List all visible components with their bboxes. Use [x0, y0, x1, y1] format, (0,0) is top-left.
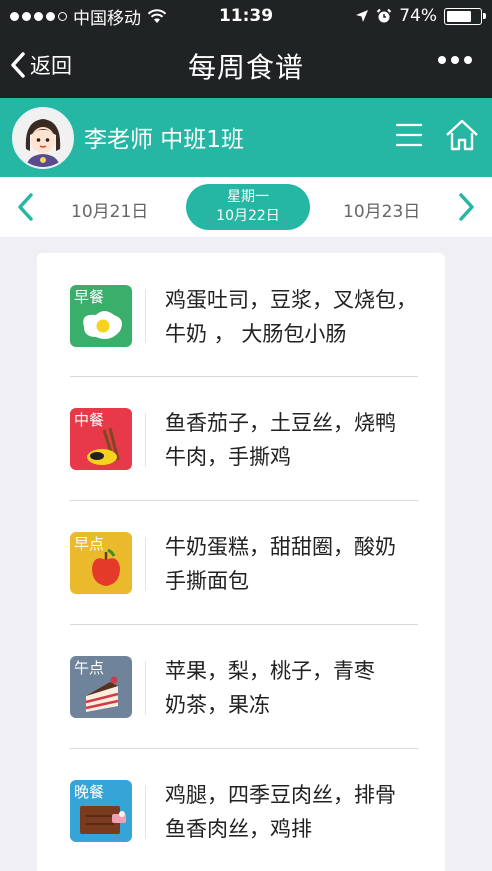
status-bar: 中国移动 11:39 74%	[0, 0, 492, 32]
meal-tag: 午点	[74, 659, 105, 677]
back-label: 返回	[30, 54, 72, 78]
current-weekday: 星期一	[227, 189, 269, 205]
wifi-icon	[147, 8, 167, 23]
teacher-avatar-icon	[14, 109, 72, 167]
back-button[interactable]: 返回	[10, 48, 72, 82]
page-title: 每周食谱	[187, 51, 304, 84]
battery-percentage: 74%	[399, 6, 437, 26]
meal-item-breakfast: 早餐 鸡蛋吐司，豆浆，叉烧包， 牛奶 ， 大肠包小肠	[70, 253, 418, 377]
current-date-pill[interactable]: 星期一 10月22日	[186, 184, 310, 230]
meal-description: 牛奶蛋糕，甜甜圈，酸奶 手撕面包	[165, 535, 396, 593]
meal-card: 早餐 鸡蛋吐司，豆浆，叉烧包， 牛奶 ， 大肠包小肠 中餐 鱼香茄子，土豆丝，烧…	[37, 253, 445, 871]
meal-tag: 早餐	[74, 288, 105, 306]
carrier-name: 中国移动	[73, 8, 141, 29]
previous-date[interactable]: 10月21日	[71, 197, 148, 222]
meal-item-morning-snack: 早点 牛奶蛋糕，甜甜圈，酸奶 手撕面包	[70, 501, 418, 625]
battery-fill	[447, 10, 471, 22]
divider	[145, 289, 146, 343]
meal-tag: 晚餐	[74, 783, 105, 801]
meal-tag: 中餐	[74, 411, 105, 429]
chevron-left-icon	[11, 52, 25, 78]
divider	[145, 661, 146, 715]
meal-description: 鱼香茄子，土豆丝，烧鸭 牛肉，手撕鸡	[165, 411, 396, 469]
meal-item-afternoon-snack: 午点 苹果，梨，桃子，青枣 奶茶，果冻	[70, 625, 418, 749]
signal-strength-icon	[10, 11, 67, 21]
location-arrow-icon	[356, 10, 369, 22]
navigation-bar: 返回 每周食谱	[0, 32, 492, 98]
meal-item-lunch: 中餐 鱼香茄子，土豆丝，烧鸭 牛肉，手撕鸡	[70, 377, 418, 501]
alarm-clock-icon	[376, 8, 392, 23]
divider	[145, 413, 146, 467]
divider	[145, 537, 146, 591]
avatar[interactable]	[12, 107, 74, 169]
cake-slice-icon: 午点	[70, 656, 132, 718]
teacher-class-name: 李老师 中班1班	[84, 127, 244, 153]
next-date[interactable]: 10月23日	[343, 197, 420, 222]
divider	[145, 785, 146, 839]
meal-tag: 早点	[74, 535, 105, 553]
meal-description: 苹果，梨，桃子，青枣 奶茶，果冻	[165, 659, 375, 717]
battery-icon	[444, 7, 486, 25]
meal-description: 鸡腿，四季豆肉丝，排骨 鱼香肉丝，鸡排	[165, 783, 396, 841]
current-date: 10月22日	[216, 208, 280, 224]
rice-bowl-chopsticks-icon: 中餐	[70, 408, 132, 470]
more-options-button[interactable]	[438, 56, 472, 64]
home-icon[interactable]	[444, 117, 480, 153]
date-selector: 10月21日 星期一 10月22日 10月23日	[0, 177, 492, 237]
fried-egg-icon: 早餐	[70, 285, 132, 347]
menu-icon[interactable]	[394, 120, 424, 150]
apple-icon: 早点	[70, 532, 132, 594]
user-header: 李老师 中班1班	[0, 98, 492, 177]
previous-day-arrow-icon[interactable]	[14, 192, 38, 222]
meal-description: 鸡蛋吐司，豆浆，叉烧包， 牛奶 ， 大肠包小肠	[165, 288, 417, 346]
meal-item-dinner: 晚餐 鸡腿，四季豆肉丝，排骨 鱼香肉丝，鸡排	[70, 749, 418, 871]
next-day-arrow-icon[interactable]	[454, 192, 478, 222]
steak-icon: 晚餐	[70, 780, 132, 842]
